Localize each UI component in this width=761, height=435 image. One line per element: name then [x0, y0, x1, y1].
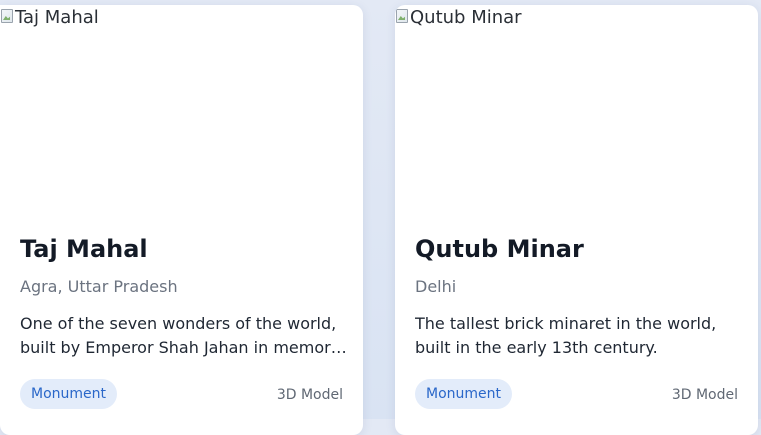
- card-description: One of the seven wonders of the world, b…: [20, 312, 350, 360]
- card-image[interactable]: Taj Mahal: [0, 5, 363, 215]
- monument-card-qutub-minar[interactable]: Qutub Minar Qutub Minar Delhi The talles…: [395, 5, 758, 435]
- broken-image-icon: [395, 8, 409, 24]
- broken-image: Taj Mahal: [0, 8, 99, 28]
- card-title: Qutub Minar: [415, 235, 584, 263]
- card-title: Taj Mahal: [20, 235, 148, 263]
- model-label: 3D Model: [276, 387, 343, 403]
- description-line: built in the early 13th century.: [415, 338, 658, 357]
- card-description: The tallest brick minaret in the world, …: [415, 312, 745, 360]
- image-alt-text: Taj Mahal: [15, 7, 99, 28]
- card-image[interactable]: Qutub Minar: [395, 5, 758, 215]
- description-line: One of the seven wonders of the world,: [20, 314, 337, 333]
- model-label: 3D Model: [671, 387, 738, 403]
- card-location: Agra, Uttar Pradesh: [20, 277, 178, 296]
- image-alt-text: Qutub Minar: [410, 7, 522, 28]
- category-tag[interactable]: Monument: [415, 379, 513, 409]
- broken-image-icon: [0, 8, 14, 24]
- description-line: built by Emperor Shah Jahan in memory...: [20, 338, 350, 357]
- description-line: The tallest brick minaret in the world,: [415, 314, 717, 333]
- monument-card-taj-mahal[interactable]: Taj Mahal Taj Mahal Agra, Uttar Pradesh …: [0, 5, 363, 435]
- card-location: Delhi: [415, 277, 457, 296]
- broken-image: Qutub Minar: [395, 8, 522, 28]
- category-tag[interactable]: Monument: [20, 379, 118, 409]
